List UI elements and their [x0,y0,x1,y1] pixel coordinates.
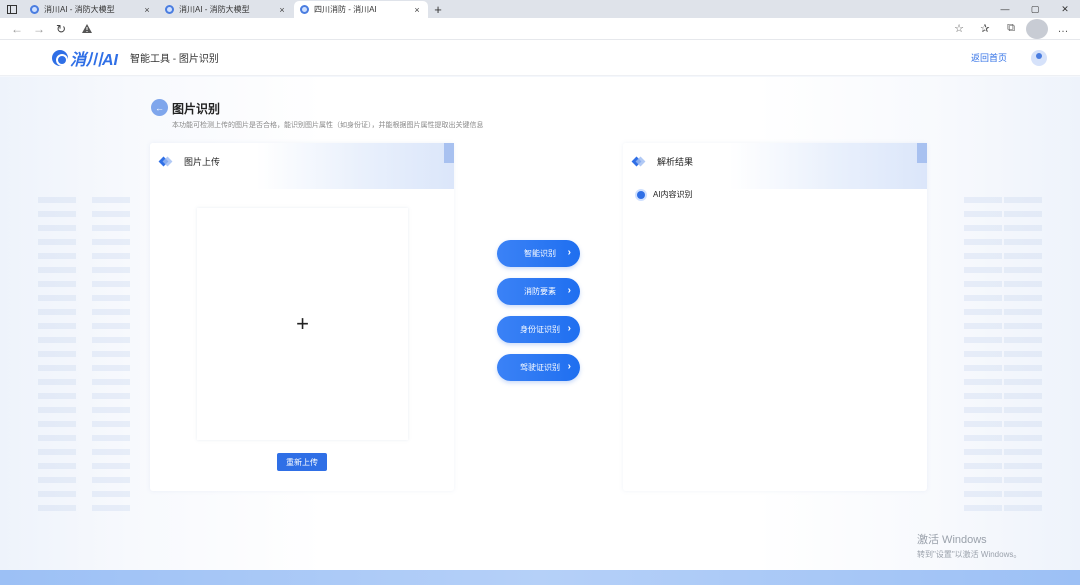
tab-title: 消川AI - 消防大模型 [179,5,250,14]
bullet-dot-icon [637,190,645,199]
more-menu-icon[interactable]: … [1052,19,1074,39]
profile-icon[interactable] [1026,18,1048,39]
add-favorite-icon[interactable]: ☆ [948,19,970,39]
background-decoration [92,197,130,517]
driver-license-recognition-button[interactable]: 驾驶证识别 › [497,354,580,381]
background-decoration [964,197,1002,517]
upload-panel: 图片上传 + 重新上传 [150,143,454,491]
collections-icon[interactable]: ⧉ [1000,19,1022,39]
tab-title: 消川AI - 消防大模型 [44,5,115,14]
home-link[interactable]: 返回首页 [971,51,1007,64]
result-panel: 解析结果 AI内容识别 [623,143,927,491]
fire-elements-button[interactable]: 消防要素 › [497,278,580,305]
new-tab-button[interactable]: + [429,1,447,18]
bottom-decoration-bar [0,570,1080,585]
address-bar[interactable] [76,20,948,38]
chevron-right-icon: › [567,323,571,334]
browser-tab-2[interactable]: 消川AI - 消防大模型 × [159,1,293,18]
id-card-recognition-button[interactable]: 身份证识别 › [497,316,580,343]
windows-activation-watermark: 激活 Windows 转到"设置"以激活 Windows。 [917,531,1021,560]
watermark-line-1: 激活 Windows [917,534,987,546]
back-button[interactable]: ← [151,99,168,116]
refresh-icon[interactable]: ↻ [50,19,72,39]
image-upload-area[interactable]: + [197,208,408,440]
site-favicon-icon [30,5,39,14]
close-tab-icon[interactable]: × [142,5,152,15]
result-item-label: AI内容识别 [653,190,693,199]
diamond-icon [160,157,169,166]
button-label: 驾驶证识别 [520,363,560,372]
result-item-ai-content[interactable]: AI内容识别 [637,189,693,200]
upload-panel-title: 图片上传 [160,155,220,168]
minimize-icon[interactable]: — [990,0,1020,18]
warning-icon [82,24,92,33]
logo-text: 消川AI [70,51,119,69]
chevron-right-icon: › [567,247,571,258]
result-panel-title: 解析结果 [633,155,693,168]
user-avatar-icon[interactable] [1031,49,1047,66]
browser-tab-3[interactable]: 四川消防 - 消川AI × [294,1,428,18]
watermark-line-2: 转到"设置"以激活 Windows。 [917,550,1022,559]
tab-title: 四川消防 - 消川AI [314,5,377,14]
plus-icon: + [296,311,309,336]
button-label: 智能识别 [524,249,556,258]
chevron-right-icon: › [567,285,571,296]
close-window-icon[interactable]: ✕ [1050,0,1080,18]
browser-tab-1[interactable]: 消川AI - 消防大模型 × [24,1,158,18]
favorites-icon[interactable]: ✰ [974,19,996,39]
browser-toolbar: ← → ↻ ☆ ✰ ⧉ … [0,18,1080,40]
site-favicon-icon [165,5,174,14]
action-buttons: 智能识别 › 消防要素 › 身份证识别 › 驾驶证识别 › [497,240,580,392]
maximize-icon[interactable]: ▢ [1020,0,1050,18]
browser-tab-bar: 消川AI - 消防大模型 × 消川AI - 消防大模型 × 四川消防 - 消川A… [0,0,1080,18]
window-controls: — ▢ ✕ [990,0,1080,18]
diamond-icon [633,157,642,166]
chevron-right-icon: › [567,361,571,372]
background-decoration [38,197,76,517]
back-arrow-icon: ← [155,102,164,113]
button-label: 身份证识别 [520,325,560,334]
logo-mark-icon [52,49,68,66]
upload-panel-title-text: 图片上传 [184,157,221,167]
button-label: 消防要素 [524,287,556,296]
close-tab-icon[interactable]: × [277,5,287,15]
result-panel-title-text: 解析结果 [657,157,694,167]
page-description: 本功能可检测上传的图片是否合格，能识别图片属性（如身份证），并能根据图片属性提取… [172,122,484,129]
background-decoration [1004,197,1042,517]
logo[interactable]: 消川AI [52,46,118,70]
browser-tool-icons: ☆ ✰ ⧉ … [948,18,1074,39]
tab-actions-icon[interactable] [0,0,24,18]
page-title: 图片识别 [172,102,221,116]
forward-arrow-icon[interactable]: → [28,19,50,39]
back-arrow-icon[interactable]: ← [6,19,28,39]
reupload-button[interactable]: 重新上传 [277,453,327,471]
smart-recognition-button[interactable]: 智能识别 › [497,240,580,267]
main-content: ← 图片识别 本功能可检测上传的图片是否合格，能识别图片属性（如身份证），并能根… [0,77,1080,570]
close-tab-icon[interactable]: × [412,5,422,15]
breadcrumb: 智能工具 - 图片识别 [130,54,219,65]
site-favicon-icon [300,5,309,14]
site-header: 消川AI 智能工具 - 图片识别 返回首页 [0,40,1080,76]
